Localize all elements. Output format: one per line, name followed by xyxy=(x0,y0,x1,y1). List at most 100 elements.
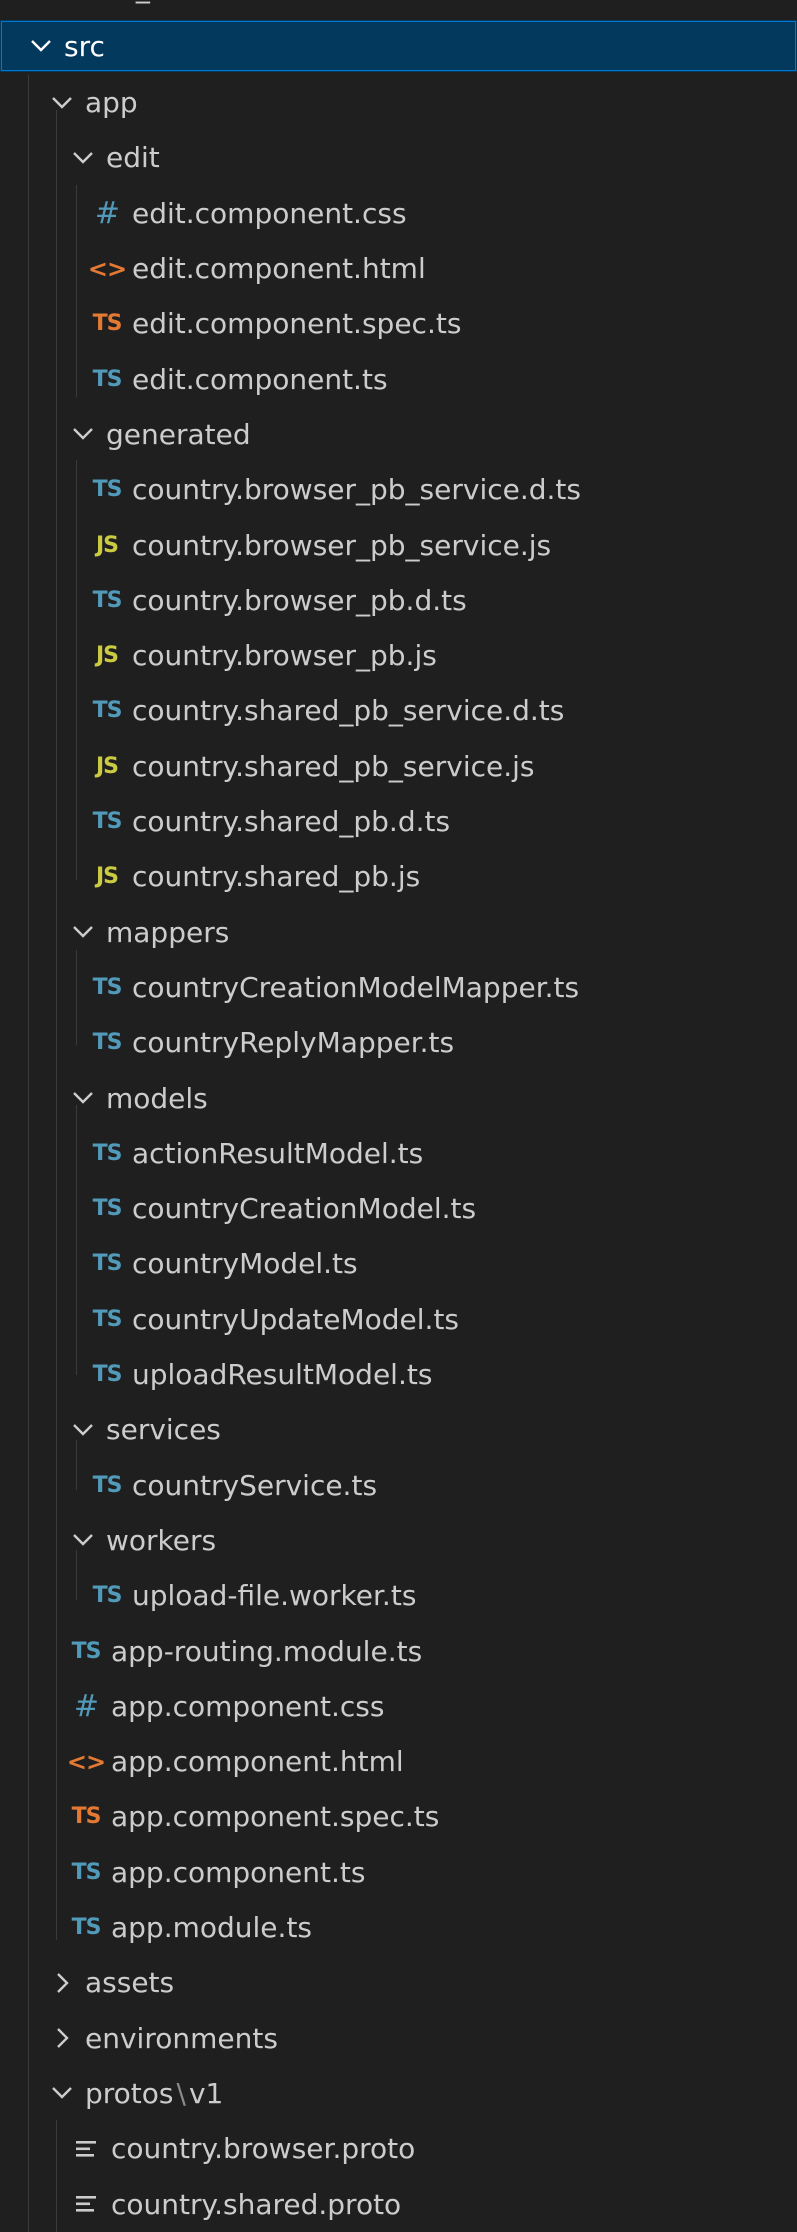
tree-row-label: edit.component.css xyxy=(132,196,407,230)
tree-folder-mappers[interactable]: mappers xyxy=(0,905,797,960)
tree-row-label: countryUpdateModel.ts xyxy=(132,1302,460,1336)
tree-file-country-browser-proto[interactable]: country.browser.proto xyxy=(0,2121,797,2176)
tree-folder-workers[interactable]: workers xyxy=(0,1513,797,1568)
typescript-spec-file-icon: TS xyxy=(92,311,123,337)
chevron-down-icon xyxy=(49,2078,75,2108)
tree-file-countryupdatemodel-ts[interactable]: TS countryUpdateModel.ts xyxy=(0,1292,797,1347)
tree-row-label: environments xyxy=(85,2021,278,2055)
tree-file-countryservice-ts[interactable]: TS countryService.ts xyxy=(0,1458,797,1513)
css-file-icon: # xyxy=(73,1688,99,1724)
typescript-file-icon: TS xyxy=(92,1030,123,1056)
typescript-file-icon: TS xyxy=(92,587,123,613)
tree-file-country-shared-pb-d-ts[interactable]: TS country.shared_pb.d.ts xyxy=(0,794,797,849)
typescript-file-icon: TS xyxy=(92,477,123,503)
tree-row-label: upload-file.worker.ts xyxy=(132,1579,417,1613)
tree-file-country-browser-pb-service-d-ts[interactable]: TS country.browser_pb_service.d.ts xyxy=(0,462,797,517)
tree-file-edit-component-spec-ts[interactable]: TS edit.component.spec.ts xyxy=(0,296,797,351)
typescript-file-icon: TS xyxy=(92,698,123,724)
javascript-file-icon: JS xyxy=(95,753,119,779)
tree-file-country-browser-pb-d-ts[interactable]: TS country.browser_pb.d.ts xyxy=(0,573,797,628)
tree-file-country-browser-pb-service-js[interactable]: JS country.browser_pb_service.js xyxy=(0,517,797,572)
tree-file-app-component-spec-ts[interactable]: TS app.component.spec.ts xyxy=(0,1789,797,1844)
tree-row-label: countryService.ts xyxy=(132,1468,378,1502)
chevron-down-icon xyxy=(70,1083,96,1113)
chevron-down-icon xyxy=(70,917,96,947)
tree-folder-environments[interactable]: environments xyxy=(0,2011,797,2066)
javascript-file-icon: JS xyxy=(95,532,119,558)
tree-row-label: mappers xyxy=(106,915,230,949)
tree-file-country-browser-pb-js[interactable]: JS country.browser_pb.js xyxy=(0,628,797,683)
typescript-file-icon: TS xyxy=(92,1306,123,1332)
tree-row-label: models xyxy=(106,1081,208,1115)
tree-row-label: country.shared_pb_service.js xyxy=(132,749,535,783)
tree-file-upload-file-worker-ts[interactable]: TS upload-file.worker.ts xyxy=(0,1568,797,1623)
tree-row-label: country.shared_pb.js xyxy=(132,860,421,894)
chevron-right-icon xyxy=(49,2023,75,2053)
tree-file-app-module-ts[interactable]: TS app.module.ts xyxy=(0,1900,797,1955)
html-file-icon: <> xyxy=(87,254,127,283)
chevron-down-icon xyxy=(70,143,96,173)
tree-row-label: edit.component.spec.ts xyxy=(132,307,462,341)
tree-row-label: countryReplyMapper.ts xyxy=(132,1026,455,1060)
tree-file-countrycreationmodel-ts[interactable]: TS countryCreationModel.ts xyxy=(0,1181,797,1236)
tree-folder-edit[interactable]: edit xyxy=(0,130,797,185)
typescript-file-icon: TS xyxy=(71,1915,102,1941)
tree-folder-app[interactable]: app xyxy=(0,75,797,130)
tree-row-label: src xyxy=(64,29,105,63)
tree-row-label: country.browser_pb.js xyxy=(132,639,437,673)
tree-file-countrymodel-ts[interactable]: TS countryModel.ts xyxy=(0,1236,797,1291)
tree-file-country-shared-pb-service-d-ts[interactable]: TS country.shared_pb_service.d.ts xyxy=(0,683,797,738)
tree-file-actionresultmodel-ts[interactable]: TS actionResultModel.ts xyxy=(0,1126,797,1181)
tree-row-label: countryCreationModel.ts xyxy=(132,1192,477,1226)
tree-file-edit-component-html[interactable]: <> edit.component.html xyxy=(0,241,797,296)
javascript-file-icon: JS xyxy=(95,864,119,890)
tree-file-app-component-html[interactable]: <> app.component.html xyxy=(0,1734,797,1789)
tree-file-countryreplymapper-ts[interactable]: TS countryReplyMapper.ts xyxy=(0,1015,797,1070)
tree-file-edit-component-css[interactable]: # edit.component.css xyxy=(0,186,797,241)
tree-row-src[interactable]: src xyxy=(0,20,797,72)
tree-row-label: country.shared_pb.d.ts xyxy=(132,805,451,839)
tree-row-node-modules[interactable]: node_modules xyxy=(0,0,797,4)
tree-row-label: country.browser_pb_service.d.ts xyxy=(132,473,581,507)
tree-row-label: country.browser_pb_service.js xyxy=(132,528,552,562)
tree-file-countrycreationmodelmapper-ts[interactable]: TS countryCreationModelMapper.ts xyxy=(0,960,797,1015)
tree-folder-models[interactable]: models xyxy=(0,1070,797,1125)
tree-row-label: uploadResultModel.ts xyxy=(132,1358,433,1392)
tree-row-label: app.component.spec.ts xyxy=(111,1800,440,1834)
tree-file-country-shared-pb-js[interactable]: JS country.shared_pb.js xyxy=(0,849,797,904)
tree-row-label: app xyxy=(85,86,138,120)
tree-row-label: country.shared_pb_service.d.ts xyxy=(132,694,565,728)
tree-folder-services[interactable]: services xyxy=(0,1402,797,1457)
tree-folder-assets[interactable]: assets xyxy=(0,1955,797,2010)
tree-folder-protos[interactable]: protos \ v1 xyxy=(0,2066,797,2121)
tree-file-app-component-ts[interactable]: TS app.component.ts xyxy=(0,1845,797,1900)
typescript-file-icon: TS xyxy=(92,1362,123,1388)
tree-row-label: node_modules xyxy=(66,0,269,4)
typescript-file-icon: TS xyxy=(92,1583,123,1609)
proto-file-icon xyxy=(71,2194,101,2214)
tree-row-label: country.shared.proto xyxy=(111,2187,402,2221)
typescript-file-icon: TS xyxy=(92,974,123,1000)
chevron-right-icon xyxy=(49,1968,75,1998)
tree-row-label: protos xyxy=(85,2076,174,2110)
chevron-down-icon xyxy=(70,419,96,449)
proto-file-icon xyxy=(71,2139,101,2159)
tree-row-label: app.component.css xyxy=(111,1689,385,1723)
tree-row-label: edit.component.html xyxy=(132,252,426,286)
tree-row-label: countryModel.ts xyxy=(132,1247,358,1281)
tree-file-edit-component-ts[interactable]: TS edit.component.ts xyxy=(0,352,797,407)
tree-row-label: services xyxy=(106,1413,221,1447)
tree-file-uploadresultmodel-ts[interactable]: TS uploadResultModel.ts xyxy=(0,1347,797,1402)
tree-row-label: app.component.ts xyxy=(111,1855,366,1889)
tree-folder-generated[interactable]: generated xyxy=(0,407,797,462)
tree-file-app-routing-module-ts[interactable]: TS app-routing.module.ts xyxy=(0,1623,797,1678)
tree-row-label: app.component.html xyxy=(111,1745,404,1779)
typescript-file-icon: TS xyxy=(92,366,123,392)
typescript-file-icon: TS xyxy=(92,1472,123,1498)
html-file-icon: <> xyxy=(66,1747,106,1776)
tree-file-app-component-css[interactable]: # app.component.css xyxy=(0,1679,797,1734)
css-file-icon: # xyxy=(94,195,120,231)
tree-file-country-shared-pb-service-js[interactable]: JS country.shared_pb_service.js xyxy=(0,739,797,794)
typescript-file-icon: TS xyxy=(92,1251,123,1277)
tree-file-country-shared-proto[interactable]: country.shared.proto xyxy=(0,2176,797,2231)
